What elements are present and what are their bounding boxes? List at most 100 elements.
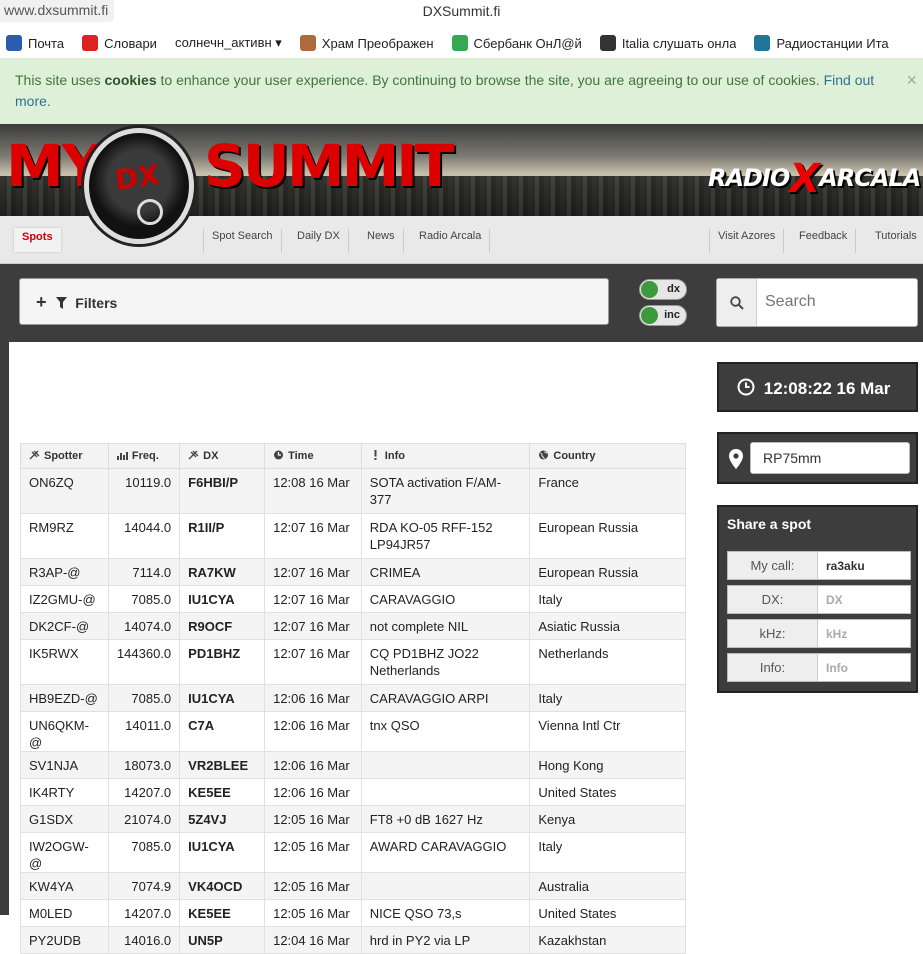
dial-knob-icon bbox=[137, 199, 163, 225]
cell-spotter[interactable]: HB9EZD-@ bbox=[20, 684, 109, 712]
col-freq[interactable]: Freq. bbox=[107, 443, 181, 469]
cell-dx[interactable]: R1II/P bbox=[179, 513, 266, 559]
table-row[interactable]: IW2OGW-@ 7085.0 IU1CYA 12:05 16 Mar AWARD CA… bbox=[20, 832, 686, 873]
cell-dx[interactable]: C7A bbox=[179, 711, 266, 752]
nav-news[interactable]: News bbox=[359, 229, 404, 253]
cell-dx[interactable]: UN5P bbox=[179, 926, 266, 954]
nav-feedback[interactable]: Feedback bbox=[791, 229, 857, 253]
inc-toggle[interactable]: inc bbox=[639, 305, 687, 326]
cell-freq: 7085.0 bbox=[107, 585, 181, 613]
table-row[interactable]: RM9RZ 14044.0 R1II/P 12:07 16 Mar RDA KO-05 … bbox=[20, 513, 686, 559]
table-row[interactable]: IK4RTY 14207.0 KE5EE 12:06 16 Mar United Sta… bbox=[20, 778, 686, 806]
cell-spotter[interactable]: IW2OGW-@ bbox=[20, 832, 109, 873]
search-button[interactable] bbox=[717, 279, 757, 326]
table-row[interactable]: IK5RWX 144360.0 PD1BHZ 12:07 16 Mar CQ PD1BH… bbox=[20, 639, 686, 685]
play-icon bbox=[599, 35, 616, 51]
logo-dx: DX bbox=[112, 158, 162, 197]
table-row[interactable]: UN6QKM-@ 14011.0 C7A 12:06 16 Mar tnx QSO Vie… bbox=[20, 711, 686, 752]
cell-freq: 14016.0 bbox=[107, 926, 181, 954]
cell-spotter[interactable]: RM9RZ bbox=[20, 513, 109, 559]
bookmark-item[interactable]: Радиостанции Ита bbox=[754, 35, 889, 51]
dx-toggle[interactable]: dx bbox=[639, 279, 687, 300]
nav-spot-search[interactable]: Spot Search bbox=[203, 229, 282, 253]
cell-spotter[interactable]: IK4RTY bbox=[20, 778, 109, 806]
cell-spotter[interactable]: DK2CF-@ bbox=[20, 612, 109, 640]
cell-spotter[interactable]: ON6ZQ bbox=[20, 468, 109, 514]
table-row[interactable]: ON6ZQ 10119.0 F6HBI/P 12:08 16 Mar SOTA acti… bbox=[20, 468, 686, 514]
table-row[interactable]: M0LED 14207.0 KE5EE 12:05 16 Mar NICE QSO 73… bbox=[20, 899, 686, 927]
toggle-knob bbox=[641, 281, 658, 298]
cell-spotter[interactable]: R3AP-@ bbox=[20, 558, 109, 586]
window-titlebar: www.dxsummit.fi DXSummit.fi bbox=[0, 0, 923, 26]
khz-row: kHz: bbox=[727, 619, 911, 648]
cell-spotter[interactable]: PY2UDB bbox=[20, 926, 109, 954]
bookmark-item[interactable]: Храм Преображен bbox=[299, 35, 434, 51]
locator-input[interactable] bbox=[750, 442, 910, 474]
cell-info: hrd in PY2 via LP bbox=[360, 926, 531, 954]
window-title: DXSummit.fi bbox=[422, 3, 501, 19]
col-info[interactable]: Info bbox=[360, 443, 531, 469]
cell-dx[interactable]: VK4OCD bbox=[179, 872, 266, 900]
nav-tutorials[interactable]: Tutorials bbox=[867, 229, 923, 253]
table-row[interactable]: PY2UDB 14016.0 UN5P 12:04 16 Mar hrd in PY2 … bbox=[20, 926, 686, 954]
cell-dx[interactable]: IU1CYA bbox=[179, 684, 266, 712]
table-row[interactable]: KW4YA 7074.9 VK4OCD 12:05 16 Mar Australia bbox=[20, 872, 686, 900]
table-row[interactable]: SV1NJA 18073.0 VR2BLEE 12:06 16 Mar Hong Kon… bbox=[20, 751, 686, 779]
dx-logo-disc[interactable]: DX bbox=[84, 128, 194, 244]
col-dx[interactable]: DX bbox=[179, 443, 266, 469]
table-row[interactable]: G1SDX 21074.0 5Z4VJ 12:05 16 Mar FT8 +0 dB 1… bbox=[20, 805, 686, 833]
filters-button[interactable]: + Filters bbox=[19, 278, 609, 325]
cell-spotter[interactable]: G1SDX bbox=[20, 805, 109, 833]
table-row[interactable]: IZ2GMU-@ 7085.0 IU1CYA 12:07 16 Mar CARAVAGG… bbox=[20, 585, 686, 613]
col-time[interactable]: Time bbox=[264, 443, 362, 469]
cell-spotter[interactable]: UN6QKM-@ bbox=[20, 711, 109, 752]
nav-visit-azores[interactable]: Visit Azores bbox=[709, 229, 785, 253]
table-row[interactable]: R3AP-@ 7114.0 RA7KW 12:07 16 Mar CRIMEA Europ… bbox=[20, 558, 686, 586]
bookmark-item[interactable]: Сбербанк ОнЛ@й bbox=[451, 35, 582, 51]
cell-dx[interactable]: 5Z4VJ bbox=[179, 805, 266, 833]
cell-dx[interactable]: IU1CYA bbox=[179, 585, 266, 613]
nav-radio-arcala[interactable]: Radio Arcala bbox=[411, 229, 491, 253]
cell-spotter[interactable]: KW4YA bbox=[20, 872, 109, 900]
col-country[interactable]: Country bbox=[529, 443, 686, 469]
nav-daily-dx[interactable]: Daily DX bbox=[289, 229, 349, 253]
cell-time: 12:07 16 Mar bbox=[264, 585, 362, 613]
my-call-input[interactable] bbox=[826, 557, 906, 575]
radio-arcala-logo[interactable]: RADIOXARCALA bbox=[708, 156, 921, 202]
inc-toggle-label: inc bbox=[664, 309, 680, 321]
search-input[interactable] bbox=[765, 289, 910, 315]
cell-dx[interactable]: R9OCF bbox=[179, 612, 266, 640]
search-box bbox=[716, 278, 918, 327]
cell-dx[interactable]: PD1BHZ bbox=[179, 639, 266, 685]
bookmark-item[interactable]: Словари bbox=[82, 35, 157, 51]
bookmark-item[interactable]: Почта bbox=[6, 35, 64, 51]
close-icon[interactable]: × bbox=[906, 70, 917, 91]
nav-spots[interactable]: Spots bbox=[14, 228, 61, 252]
info-input[interactable] bbox=[826, 659, 906, 677]
cell-info: CARAVAGGIO bbox=[360, 585, 531, 613]
col-time-label: Time bbox=[288, 450, 314, 462]
cell-dx[interactable]: KE5EE bbox=[179, 899, 266, 927]
cell-dx[interactable]: IU1CYA bbox=[179, 832, 266, 873]
cell-freq: 144360.0 bbox=[107, 639, 181, 685]
bookmark-item[interactable]: солнечн_активн ▾ bbox=[175, 35, 282, 51]
cell-spotter[interactable]: IZ2GMU-@ bbox=[20, 585, 109, 613]
cell-dx[interactable]: RA7KW bbox=[179, 558, 266, 586]
khz-input[interactable] bbox=[826, 625, 906, 643]
cell-dx[interactable]: F6HBI/P bbox=[179, 468, 266, 514]
cell-dx[interactable]: VR2BLEE bbox=[179, 751, 266, 779]
cell-country: Kazakhstan bbox=[529, 926, 686, 954]
cell-time: 12:07 16 Mar bbox=[264, 612, 362, 640]
dx-input[interactable] bbox=[826, 591, 906, 609]
cell-dx[interactable]: KE5EE bbox=[179, 778, 266, 806]
bookmark-item[interactable]: Italia слушать онла bbox=[599, 35, 736, 51]
col-spotter[interactable]: Spotter bbox=[20, 443, 109, 469]
bookmarks-bar: Почта Словари солнечн_активн ▾ Храм Преобра… bbox=[0, 30, 923, 56]
cell-spotter[interactable]: M0LED bbox=[20, 899, 109, 927]
cell-freq: 21074.0 bbox=[107, 805, 181, 833]
cell-spotter[interactable]: IK5RWX bbox=[20, 639, 109, 685]
utc-clock: 12:08:22 16 Mar bbox=[717, 362, 918, 412]
table-row[interactable]: HB9EZD-@ 7085.0 IU1CYA 12:06 16 Mar CARAVAGG… bbox=[20, 684, 686, 712]
table-row[interactable]: DK2CF-@ 14074.0 R9OCF 12:07 16 Mar not compl… bbox=[20, 612, 686, 640]
cell-spotter[interactable]: SV1NJA bbox=[20, 751, 109, 779]
